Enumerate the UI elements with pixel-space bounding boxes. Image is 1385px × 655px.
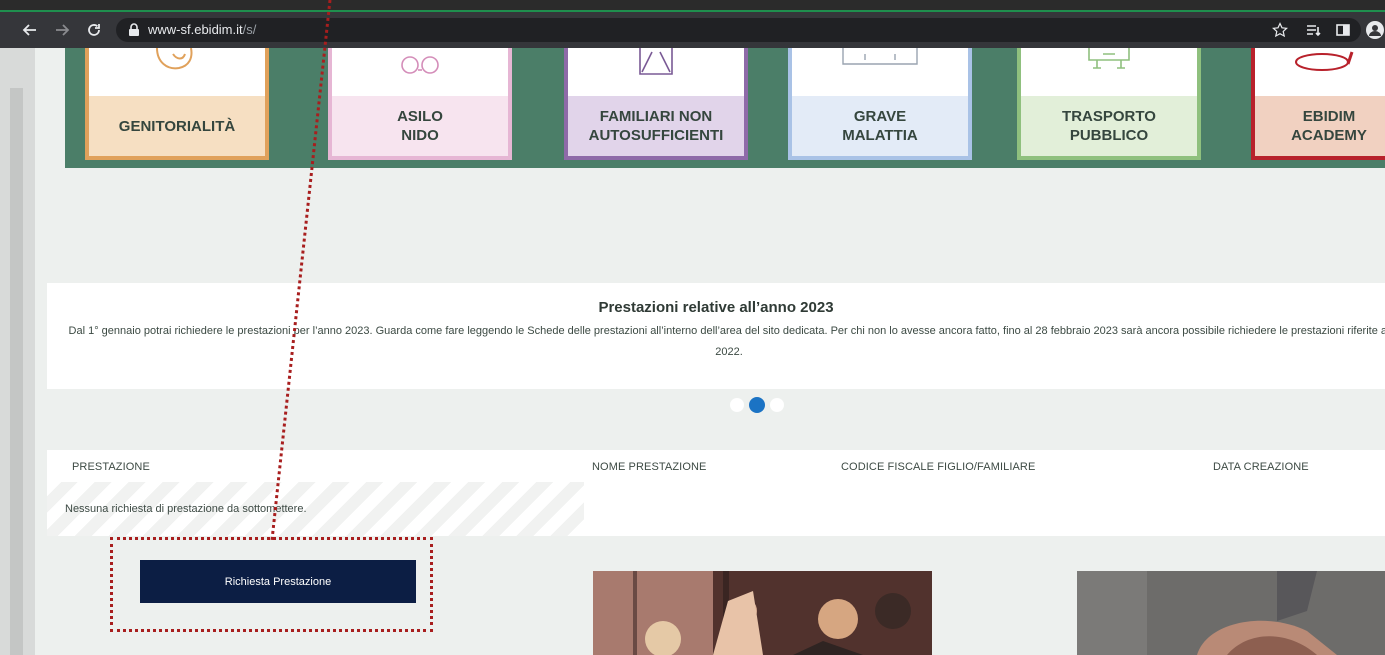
gutter-bar: [10, 88, 23, 655]
carousel-dot-2[interactable]: [749, 397, 765, 413]
requests-table: PRESTAZIONE NOME PRESTAZIONE CODICE FISC…: [47, 450, 1385, 536]
card-label: ASILO NIDO: [332, 96, 508, 156]
side-panel-icon[interactable]: [1333, 20, 1353, 40]
reading-list-icon[interactable]: [1303, 20, 1323, 40]
carousel-pagination: [730, 397, 784, 413]
card-label-line2: MALATTIA: [842, 127, 918, 144]
card-label-line1: TRASPORTO: [1062, 108, 1156, 125]
academy-icon: [1295, 51, 1354, 71]
card-label-line2: ACADEMY: [1291, 127, 1367, 144]
empty-table-row: Nessuna richiesta di prestazione da sott…: [47, 482, 584, 536]
lock-icon[interactable]: [128, 23, 142, 37]
category-card-genitorialita[interactable]: GENITORIALITÀ: [85, 48, 269, 160]
card-label: FAMILIARI NON AUTOSUFFICIENTI: [568, 96, 744, 156]
profile-avatar-icon[interactable]: [1365, 20, 1385, 40]
card-image-area: [89, 48, 265, 96]
back-arrow-icon[interactable]: [20, 20, 40, 40]
category-card-asilo-nido[interactable]: ASILO NIDO: [328, 48, 512, 160]
browser-toolbar: www-sf.ebidim.it/s/: [0, 12, 1385, 48]
url-domain: www-sf.ebidim.it: [148, 22, 243, 37]
card-label-line1: ASILO: [397, 108, 443, 125]
serious-illness-icon: [842, 48, 918, 65]
card-label: TRASPORTO PUBBLICO: [1021, 96, 1197, 156]
category-card-ebidim-academy[interactable]: EBIDIM ACADEMY: [1251, 48, 1385, 160]
forward-arrow-icon[interactable]: [52, 20, 72, 40]
richiesta-prestazione-button[interactable]: Richiesta Prestazione: [140, 560, 416, 603]
address-bar[interactable]: www-sf.ebidim.it/s/: [116, 18, 1361, 42]
carousel-dot-3[interactable]: [770, 398, 784, 412]
column-header-codice-fiscale: CODICE FISCALE FIGLIO/FAMILIARE: [841, 461, 1036, 473]
card-image-area: [332, 48, 508, 96]
card-label: EBIDIM ACADEMY: [1255, 96, 1385, 156]
team-celebration-photo: [593, 571, 932, 655]
support-hands-photo: [1077, 571, 1385, 655]
card-label-line2: PUBBLICO: [1069, 127, 1149, 144]
empty-table-message: Nessuna richiesta di prestazione da sott…: [65, 503, 307, 515]
card-label: GRAVE MALATTIA: [792, 96, 968, 156]
card-label-line1: GENITORIALITÀ: [118, 117, 236, 135]
reload-icon[interactable]: [84, 20, 104, 40]
card-image-area: [792, 48, 968, 96]
card-label-line2: NIDO: [401, 127, 439, 144]
card-label-line2: AUTOSUFFICIENTI: [588, 127, 724, 144]
category-card-trasporto-pubblico[interactable]: TRASPORTO PUBBLICO: [1017, 48, 1201, 160]
card-image-area: [1255, 48, 1385, 96]
carousel-dot-1[interactable]: [730, 398, 744, 412]
column-header-nome-prestazione: NOME PRESTAZIONE: [592, 461, 707, 473]
category-card-grave-malattia[interactable]: GRAVE MALATTIA: [788, 48, 972, 160]
nursery-icon: [401, 56, 439, 74]
url-path: /s/: [242, 22, 257, 37]
category-card-familiari-non-autosufficienti[interactable]: FAMILIARI NON AUTOSUFFICIENTI: [564, 48, 748, 160]
carousel-text: Dal 1° gennaio potrai richiedere le pres…: [68, 325, 1385, 358]
carousel-title: Prestazioni relative all’anno 2023: [598, 299, 834, 316]
column-header-data-creazione: DATA CREAZIONE: [1213, 461, 1309, 473]
parenting-icon: [156, 48, 193, 70]
card-label-line1: GRAVE: [853, 108, 907, 125]
browser-tab-strip: [0, 0, 1385, 12]
url-text[interactable]: www-sf.ebidim.it/s/: [148, 22, 256, 37]
card-image-area: [568, 48, 744, 96]
public-transport-icon: [1088, 48, 1130, 69]
card-label-line1: FAMILIARI NON: [599, 108, 713, 125]
column-header-prestazione: PRESTAZIONE: [72, 461, 150, 473]
card-label-line1: EBIDIM: [1302, 108, 1356, 125]
card-image-area: [1021, 48, 1197, 96]
dependent-relatives-icon: [639, 48, 673, 75]
star-icon[interactable]: [1270, 20, 1290, 40]
page-left-gutter: [0, 48, 35, 655]
news-carousel-slide: Prestazioni relative all’anno 2023 Dal 1…: [47, 283, 1385, 389]
card-label: GENITORIALITÀ: [89, 96, 265, 156]
